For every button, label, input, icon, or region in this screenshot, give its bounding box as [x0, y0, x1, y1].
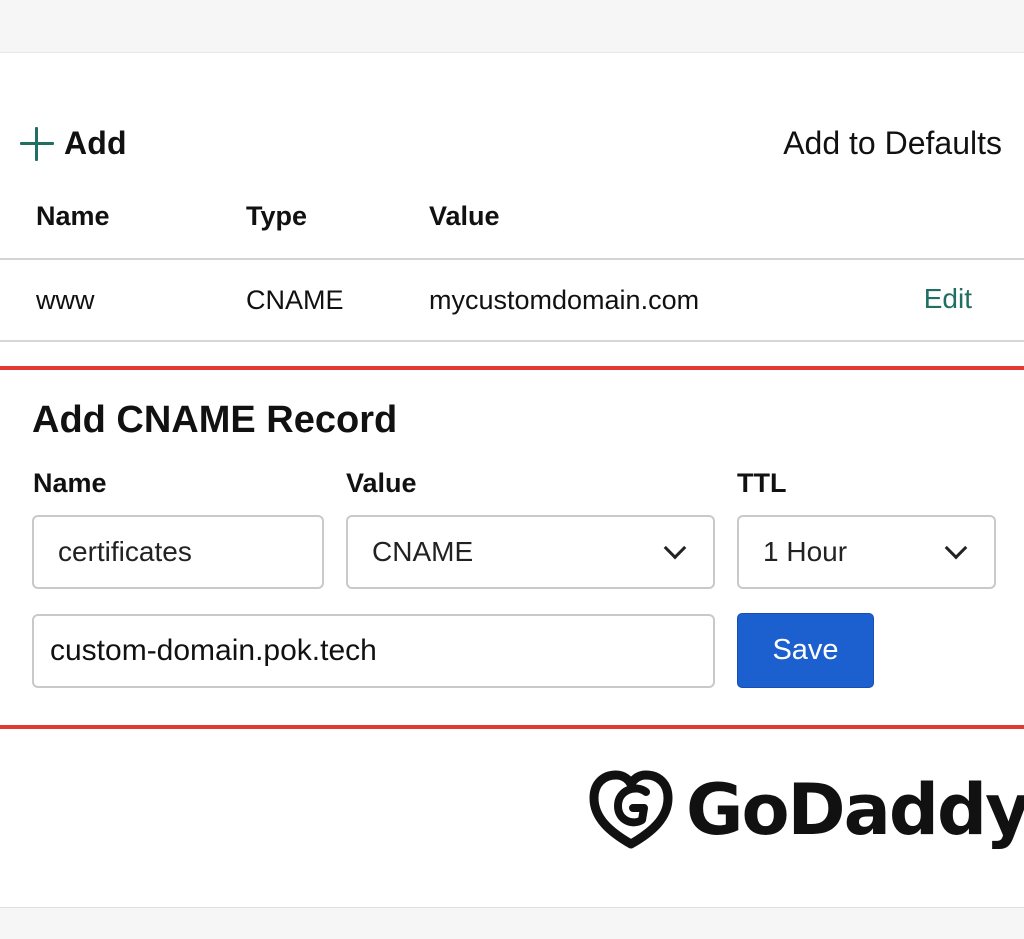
header-divider	[0, 258, 1024, 260]
add-record-button[interactable]: Add	[20, 125, 127, 162]
record-value-cell: mycustomdomain.com	[429, 285, 700, 315]
add-to-defaults-link[interactable]: Add to Defaults	[783, 125, 1002, 162]
type-select[interactable]: CNAME	[346, 515, 715, 589]
chevron-down-icon	[663, 536, 687, 560]
highlight-border-top	[0, 366, 1024, 370]
value-field-label: Value	[346, 468, 417, 498]
column-header-name: Name	[36, 201, 110, 231]
add-record-label: Add	[64, 125, 127, 161]
plus-icon	[20, 126, 54, 161]
name-input[interactable]	[32, 515, 324, 589]
record-name-cell: www	[36, 285, 95, 315]
highlight-border-bottom	[0, 725, 1024, 729]
row-divider	[0, 340, 1024, 342]
ttl-select-value: 1 Hour	[763, 536, 848, 567]
name-field-label: Name	[33, 468, 107, 498]
chevron-down-icon	[944, 536, 968, 560]
godaddy-logo-text: GoDaddy	[686, 769, 1024, 851]
record-type-cell: CNAME	[246, 285, 344, 315]
ttl-field-label: TTL	[737, 468, 787, 498]
column-header-value: Value	[429, 201, 500, 231]
edit-record-link[interactable]: Edit	[924, 283, 972, 315]
save-button[interactable]: Save	[737, 613, 874, 688]
column-header-type: Type	[246, 201, 308, 231]
godaddy-logo: GoDaddy	[588, 769, 1024, 851]
godaddy-logo-icon	[589, 770, 673, 849]
form-title: Add CNAME Record	[32, 399, 398, 441]
target-value-input[interactable]	[32, 614, 715, 688]
type-select-value: CNAME	[372, 536, 474, 567]
ttl-select[interactable]: 1 Hour	[737, 515, 996, 589]
dns-records-panel: Add Add to Defaults Name Type Value www …	[0, 52, 1024, 908]
